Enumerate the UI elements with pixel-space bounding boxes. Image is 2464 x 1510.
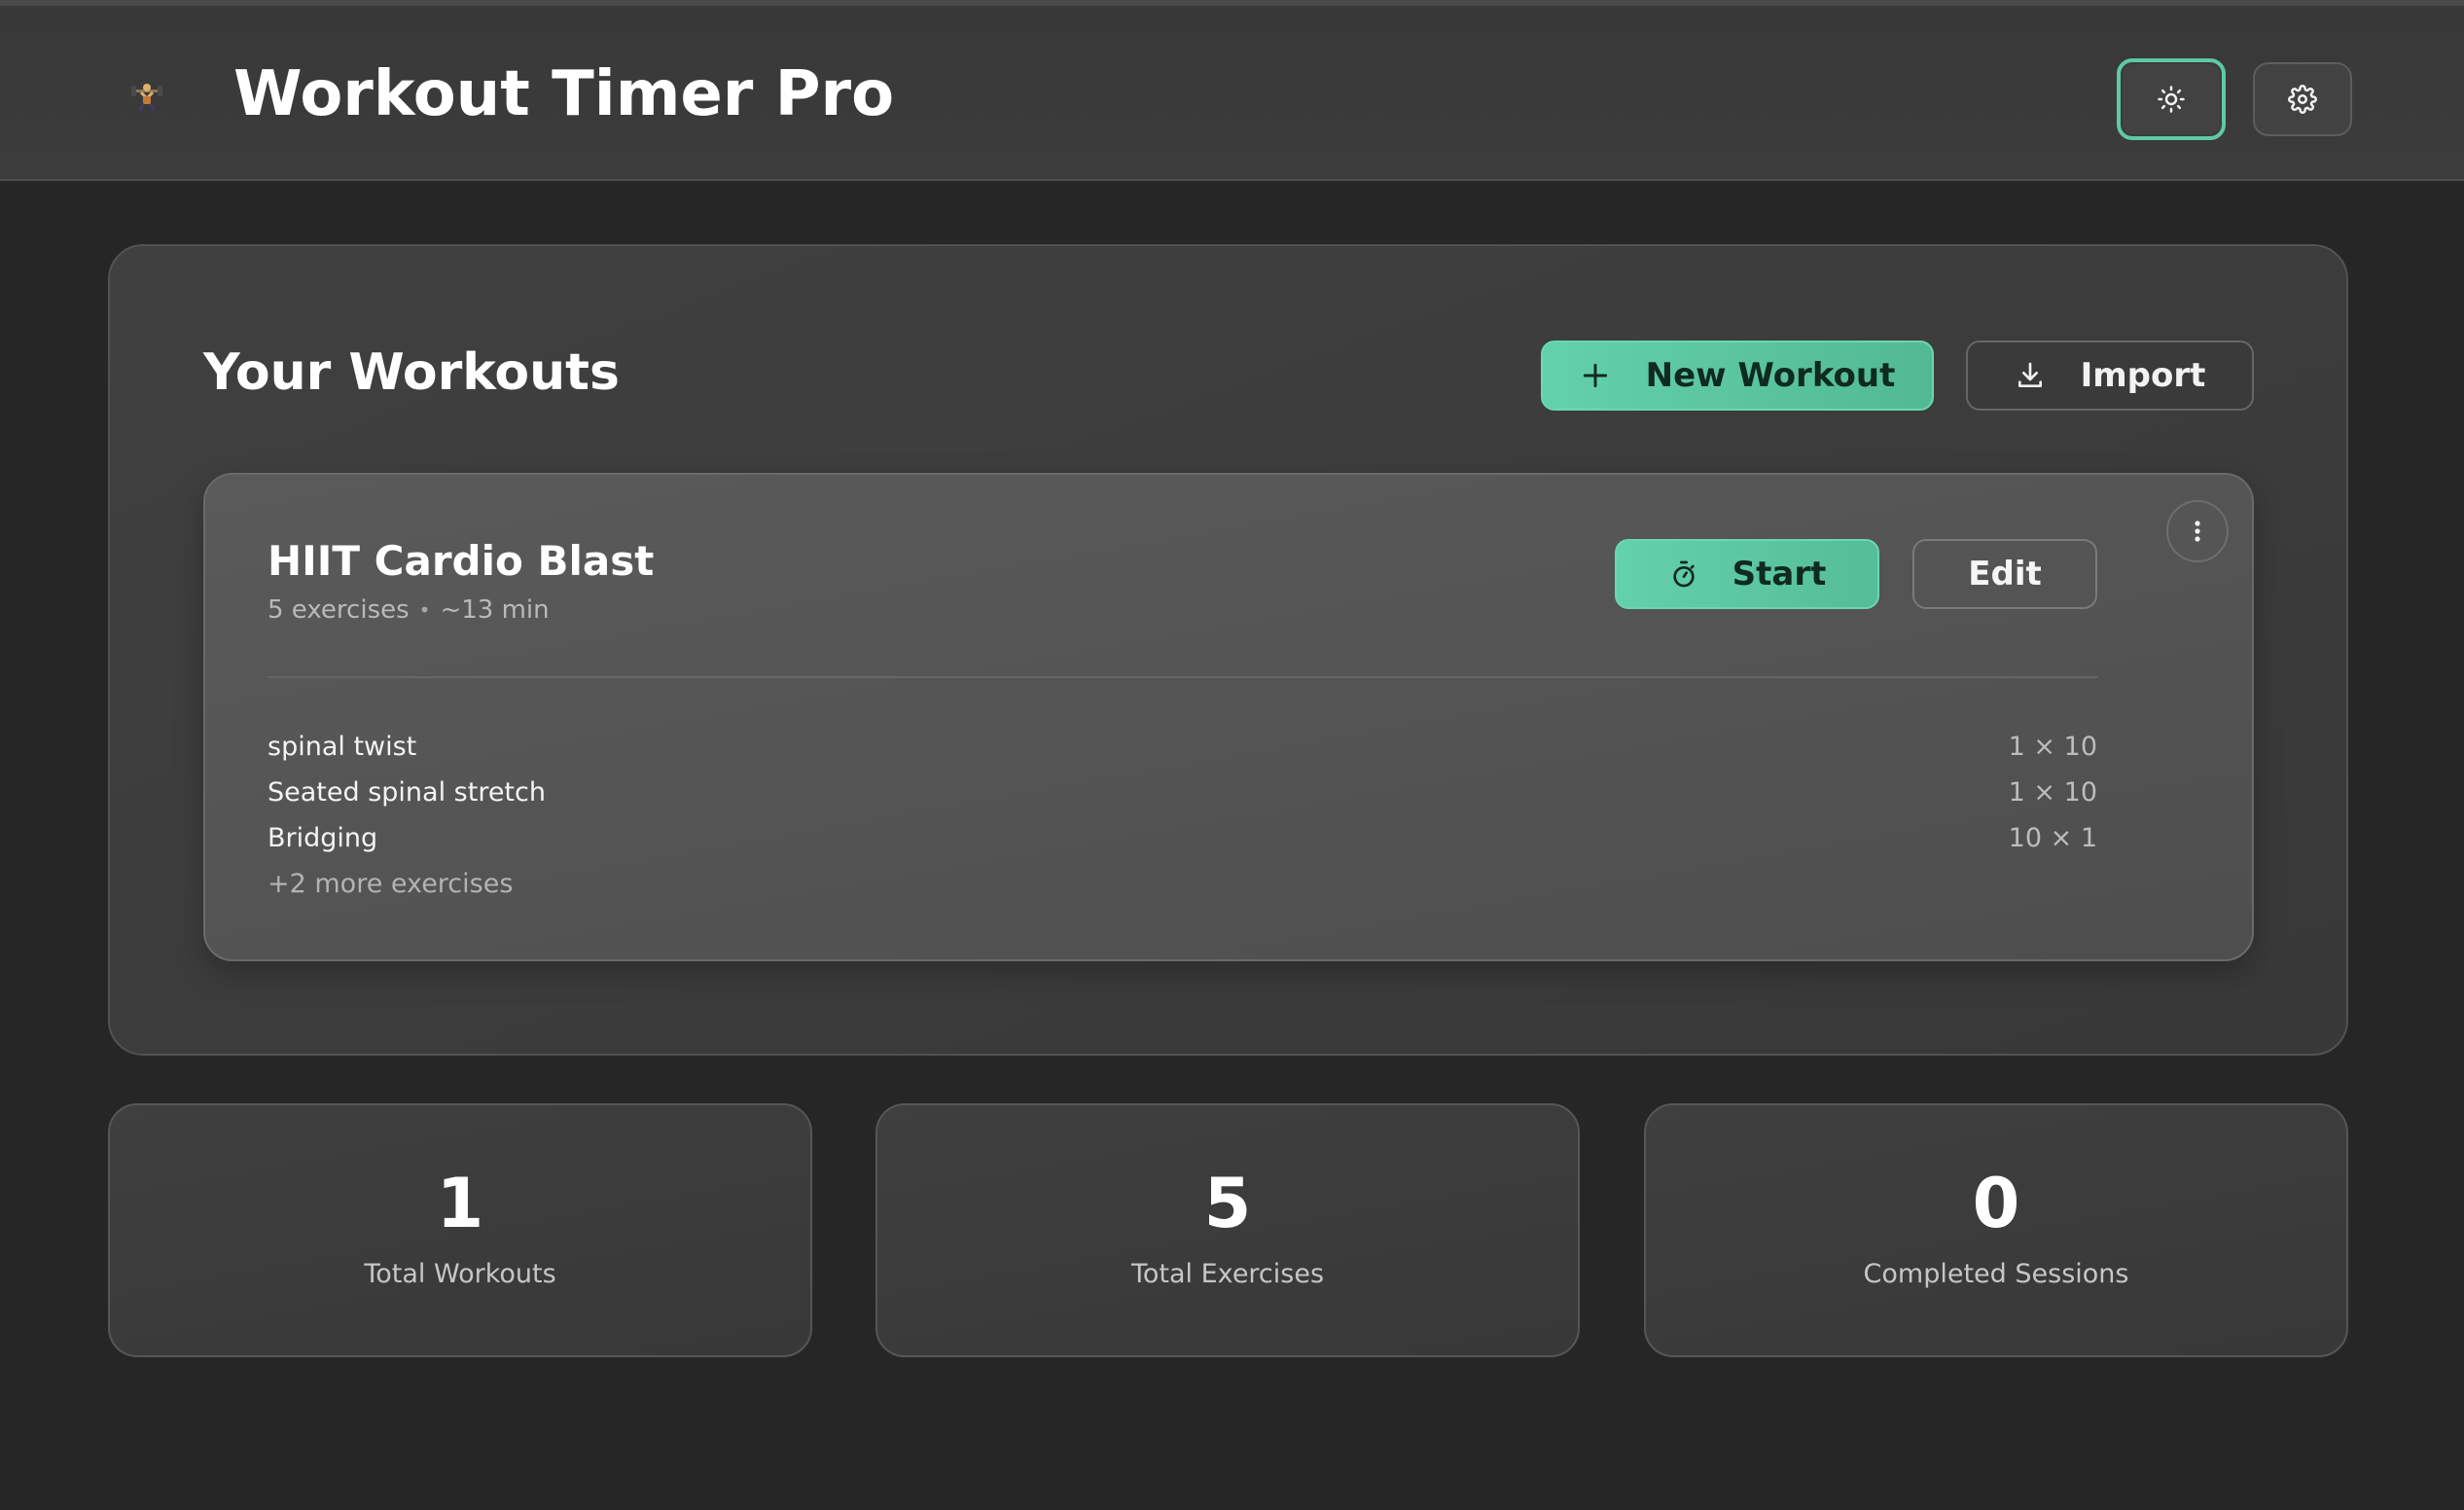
separator-dot: • <box>418 598 431 622</box>
stat-label: Completed Sessions <box>1863 1259 2129 1289</box>
start-button[interactable]: Start <box>1615 539 1879 609</box>
settings-button[interactable] <box>2253 62 2352 136</box>
exercise-sets: 10 × 1 <box>2008 823 2097 853</box>
more-vertical-icon <box>2195 521 2200 542</box>
list-item: spinal twist 1 × 10 <box>268 724 2097 770</box>
gear-icon <box>2288 85 2317 114</box>
more-exercises-text: +2 more exercises <box>268 869 514 899</box>
workout-card[interactable]: HIIT Cardio Blast 5 exercises • ~13 min … <box>203 473 2254 961</box>
theme-toggle-button[interactable] <box>2117 58 2226 140</box>
new-workout-button[interactable]: New Workout <box>1541 341 1934 411</box>
start-label: Start <box>1732 555 1827 593</box>
exercise-count: 5 exercises <box>268 595 410 625</box>
workouts-panel: Your Workouts New Workout Import HIIT Ca… <box>108 244 2348 1056</box>
stat-label: Total Exercises <box>1130 1259 1325 1289</box>
import-button[interactable]: Import <box>1966 341 2254 411</box>
app-header: Workout Timer Pro <box>0 0 2464 181</box>
sun-icon <box>2158 86 2185 113</box>
stat-value: 5 <box>1203 1164 1252 1243</box>
card-divider <box>268 676 2097 678</box>
stat-card-completed-sessions: 0 Completed Sessions <box>1644 1103 2348 1357</box>
edit-button[interactable]: Edit <box>1912 539 2097 609</box>
weightlifter-icon <box>130 80 163 113</box>
stat-value: 0 <box>1972 1164 2020 1243</box>
plus-icon <box>1583 363 1607 388</box>
exercise-list: spinal twist 1 × 10 Seated spinal stretc… <box>268 724 2097 907</box>
download-icon <box>2018 362 2042 387</box>
list-item: Bridging 10 × 1 <box>268 815 2097 861</box>
stat-label: Total Workouts <box>364 1259 556 1289</box>
exercise-name: spinal twist <box>268 732 417 762</box>
workout-title: HIIT Cardio Blast <box>268 537 655 585</box>
more-options-button[interactable] <box>2166 500 2229 562</box>
stat-card-total-workouts: 1 Total Workouts <box>108 1103 812 1357</box>
exercise-sets: 1 × 10 <box>2008 777 2097 808</box>
exercise-sets: 1 × 10 <box>2008 732 2097 762</box>
stat-value: 1 <box>436 1164 484 1243</box>
workout-duration: ~13 min <box>440 595 550 625</box>
exercise-name: Seated spinal stretch <box>268 777 546 808</box>
new-workout-label: New Workout <box>1645 356 1896 395</box>
exercise-name: Bridging <box>268 823 378 853</box>
stopwatch-icon <box>1672 560 1695 588</box>
stat-card-total-exercises: 5 Total Exercises <box>875 1103 1580 1357</box>
workout-meta: 5 exercises • ~13 min <box>268 595 550 625</box>
app-title: Workout Timer Pro <box>233 58 895 130</box>
list-item: Seated spinal stretch 1 × 10 <box>268 770 2097 815</box>
section-title: Your Workouts <box>203 343 620 402</box>
import-label: Import <box>2080 356 2206 395</box>
